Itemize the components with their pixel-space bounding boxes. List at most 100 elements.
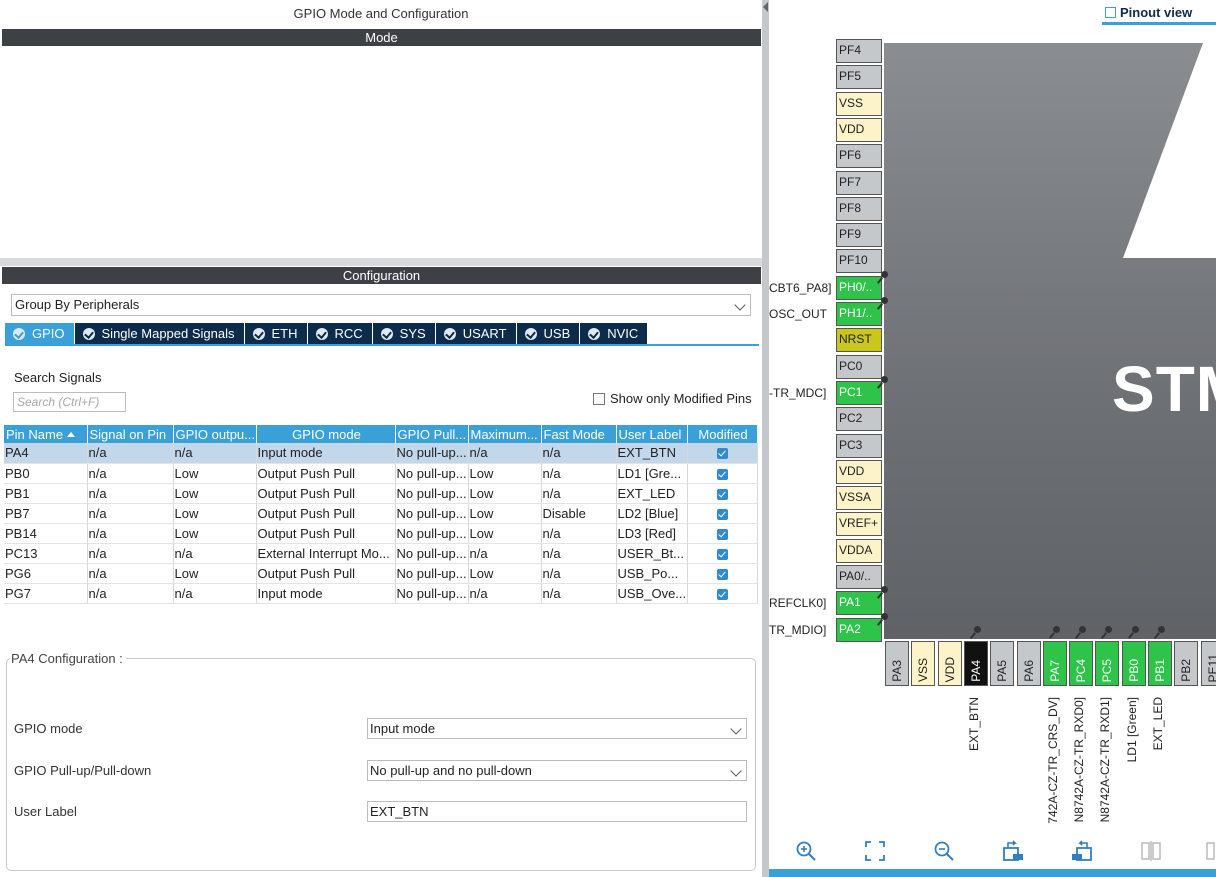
pin-pc5[interactable]: PC5 [1095, 641, 1120, 686]
column-header[interactable]: GPIO mode [256, 425, 396, 443]
pin-pc4[interactable]: PC4 [1069, 641, 1094, 686]
table-row[interactable]: PG6 n/a Low Output Push Pull No pull-up... Lo… [4, 563, 758, 584]
bottom-accent-bar [769, 869, 1216, 877]
pin-vss[interactable]: VSS [911, 641, 936, 686]
user-label-input[interactable]: EXT_BTN [367, 801, 747, 822]
tab-rcc[interactable]: RCC [307, 323, 372, 344]
table-row[interactable]: PB7 n/a Low Output Push Pull No pull-up... Lo… [4, 503, 758, 524]
table-cell: n/a [541, 483, 617, 504]
pin-pc1[interactable]: PC1 [836, 380, 882, 405]
pin-vss[interactable]: VSS [836, 91, 882, 116]
pin-pf5[interactable]: PF5 [836, 65, 882, 90]
pin-vssa[interactable]: VSSA [836, 486, 882, 511]
tab-usart[interactable]: USART [435, 323, 516, 344]
table-row[interactable]: PA4 n/a n/a Input mode No pull-up... n/a n/a EX… [4, 443, 758, 464]
pin-pc3[interactable]: PC3 [836, 433, 882, 458]
modified-cell [687, 443, 758, 464]
pin-ph0[interactable]: PH0/.. [836, 275, 882, 300]
pin-pf8[interactable]: PF8 [836, 196, 882, 221]
checked-checkbox-icon[interactable] [717, 548, 728, 560]
pin-pe11[interactable]: PE11 [1200, 641, 1216, 686]
pin-pa6[interactable]: PA6 [1016, 641, 1041, 686]
checked-checkbox-icon[interactable] [717, 508, 728, 520]
pin-pb2[interactable]: PB2 [1174, 641, 1199, 686]
checked-checkbox-icon[interactable] [717, 448, 728, 460]
tab-sys[interactable]: SYS [372, 323, 435, 344]
tab-nvic[interactable]: NVIC [580, 323, 648, 344]
sort-ascending-icon[interactable] [67, 431, 76, 437]
show-modified-checkbox[interactable]: Show only Modified Pins [593, 391, 752, 406]
pin-pf9[interactable]: PF9 [836, 223, 882, 248]
table-row[interactable]: PC13 n/a n/a External Interrupt Mo... No pul… [4, 543, 758, 564]
checked-checkbox-icon[interactable] [717, 468, 728, 480]
pin-vdd[interactable]: VDD [937, 641, 962, 686]
column-header[interactable]: Pin Name [4, 425, 88, 443]
column-header[interactable]: User Label [616, 425, 688, 443]
zoom-out-icon[interactable] [933, 840, 955, 862]
pin-signal-label: TR_MDIO] [769, 622, 827, 637]
pin-pa3[interactable]: PA3 [885, 641, 909, 686]
pinout-view-tab[interactable]: Pinout view [1102, 3, 1216, 25]
pin-ph1[interactable]: PH1/.. [836, 302, 882, 326]
tab-label: Single Mapped Signals [101, 326, 235, 341]
tab-single-mapped-signals[interactable]: Single Mapped Signals [74, 323, 244, 344]
checked-checkbox-icon[interactable] [717, 568, 728, 580]
pin-nrst[interactable]: NRST [836, 328, 882, 353]
horizontal-splitter[interactable] [0, 258, 762, 266]
split-view-icon[interactable] [1140, 840, 1162, 862]
column-header[interactable]: GPIO Pull... [395, 425, 469, 443]
checkbox-icon [593, 392, 605, 405]
collapse-arrow-icon[interactable] [763, 2, 768, 12]
checked-checkbox-icon[interactable] [717, 528, 728, 540]
pin-pa0[interactable]: PA0/.. [836, 565, 882, 589]
gpio-mode-select[interactable]: Input mode [367, 718, 747, 739]
pin-pb0[interactable]: PB0 [1121, 641, 1146, 686]
pin-pf10[interactable]: PF10 [836, 249, 882, 274]
column-header[interactable]: Modified [687, 425, 758, 443]
checked-checkbox-icon[interactable] [717, 488, 728, 500]
pin-vdd[interactable]: VDD [836, 117, 882, 142]
tab-gpio[interactable]: GPIO [5, 323, 74, 344]
pin-signal-label: CBT6_PA8] [769, 280, 832, 295]
pin-pa4[interactable]: PA4 [963, 641, 988, 686]
pin-vref[interactable]: VREF+ [836, 512, 882, 537]
modified-cell [687, 543, 758, 564]
fit-screen-icon[interactable] [864, 840, 886, 862]
column-header-label: GPIO Pull... [397, 426, 467, 442]
table-row[interactable]: PG7 n/a n/a Input mode No pull-up... n/a n/a US… [4, 583, 758, 604]
column-header[interactable]: GPIO outpu... [173, 425, 257, 443]
pin-pa1[interactable]: PA1 [836, 591, 882, 616]
pin-vdda[interactable]: VDDA [836, 538, 882, 563]
table-cell: Low [173, 503, 257, 524]
column-header[interactable]: Fast Mode [541, 425, 617, 443]
table-cell: USB_Po... [616, 563, 688, 584]
vertical-splitter[interactable] [762, 0, 769, 877]
pin-vdd[interactable]: VDD [836, 459, 882, 484]
pin-pa5[interactable]: PA5 [990, 641, 1015, 686]
pin-pf7[interactable]: PF7 [836, 170, 882, 195]
pin-pc0[interactable]: PC0 [836, 354, 882, 379]
rotate-left-icon[interactable] [1071, 840, 1093, 862]
pin-pf4[interactable]: PF4 [836, 39, 882, 63]
pin-pb1[interactable]: PB1 [1148, 641, 1172, 686]
pin-pa2[interactable]: PA2 [836, 617, 882, 642]
table-row[interactable]: PB1 n/a Low Output Push Pull No pull-up... Lo… [4, 483, 758, 504]
modified-cell [687, 483, 758, 504]
gpio-pull-select[interactable]: No pull-up and no pull-down [367, 760, 747, 781]
checked-checkbox-icon[interactable] [717, 588, 728, 600]
search-input[interactable] [13, 392, 126, 412]
column-header[interactable]: Signal on Pin [87, 425, 174, 443]
pin-pa7[interactable]: PA7 [1042, 641, 1067, 686]
table-row[interactable]: PB0 n/a Low Output Push Pull No pull-up... Lo… [4, 463, 758, 484]
table-row[interactable]: PB14 n/a Low Output Push Pull No pull-up... L… [4, 523, 758, 544]
tab-usb[interactable]: USB [516, 323, 580, 344]
table-cell: n/a [87, 583, 174, 604]
tab-eth[interactable]: ETH [244, 323, 307, 344]
column-header[interactable]: Maximum... [468, 425, 542, 443]
group-by-select[interactable]: Group By Peripherals [11, 294, 751, 316]
pin-pf6[interactable]: PF6 [836, 144, 882, 169]
more-icon[interactable] [1205, 840, 1216, 862]
zoom-in-icon[interactable] [795, 840, 817, 862]
pin-pc2[interactable]: PC2 [836, 407, 882, 432]
rotate-right-icon[interactable] [1002, 840, 1024, 862]
